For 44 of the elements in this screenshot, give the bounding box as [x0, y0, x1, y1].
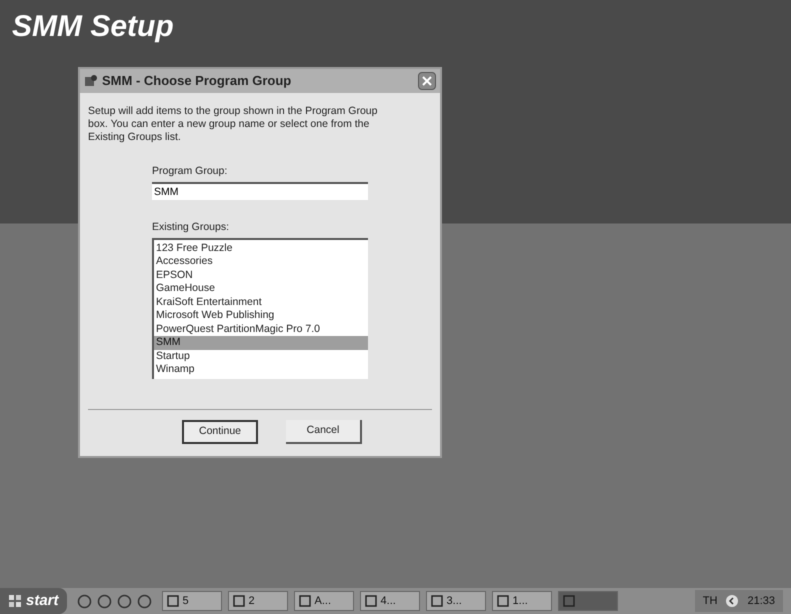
taskbar-task[interactable] [558, 591, 618, 611]
cancel-button[interactable]: Cancel [286, 420, 362, 444]
window-icon [232, 595, 245, 607]
instruction-text: Setup will add items to the group shown in the Program Group box. You can enter a new group name or select one from the Existing Groups list. [88, 105, 378, 144]
windows-flag-icon [8, 594, 22, 608]
group-list-item[interactable]: Winamp [154, 363, 368, 376]
group-list-item[interactable]: GameHouse [154, 282, 368, 296]
chevron-icon[interactable] [725, 594, 740, 608]
group-list-item[interactable]: Microsoft Web Publishing [154, 309, 368, 322]
taskbar-task[interactable]: 1... [492, 591, 552, 611]
installer-icon [84, 74, 98, 88]
taskbar-task[interactable]: 2 [228, 591, 288, 611]
window-icon [430, 595, 443, 607]
window-icon [298, 595, 311, 607]
taskbar-task[interactable]: 3... [426, 591, 486, 611]
program-group-field[interactable]: SMM [152, 182, 368, 200]
start-button[interactable]: start [0, 588, 67, 614]
group-list-item[interactable]: 123 Free Puzzle [154, 242, 368, 255]
window-icon [166, 595, 179, 607]
window-icon [364, 595, 377, 607]
quick-launch-icon[interactable] [96, 594, 112, 608]
language-indicator: TH [702, 594, 718, 609]
group-list-item[interactable]: EPSON [154, 268, 368, 282]
taskbar-task[interactable]: 5 [162, 591, 222, 611]
close-icon [422, 76, 432, 86]
group-list-item[interactable]: KraiSoft Entertainment [154, 296, 368, 309]
dialog-title: SMM - Choose Program Group [102, 72, 292, 90]
group-list-item[interactable]: Accessories [154, 255, 368, 268]
group-list-item[interactable]: PowerQuest PartitionMagic Pro 7.0 [154, 322, 368, 336]
quick-launch-icon[interactable] [136, 594, 152, 608]
existing-groups-label: Existing Groups: [152, 220, 230, 235]
group-list-item[interactable]: Startup [154, 350, 368, 363]
program-group-label: Program Group: [152, 164, 228, 179]
quick-launch-icon[interactable] [76, 594, 92, 608]
continue-button[interactable]: Continue [182, 420, 258, 444]
quick-launch-icon[interactable] [116, 594, 132, 608]
window-icon [562, 595, 575, 607]
group-list-item[interactable]: SMM [154, 336, 368, 350]
screen-title: SMM Setup [12, 10, 174, 43]
taskbar-task[interactable]: 4... [360, 591, 420, 611]
taskbar-task[interactable]: A... [294, 591, 354, 611]
close-button[interactable] [418, 72, 436, 90]
clock: 21:33 [747, 594, 775, 609]
window-icon [496, 595, 509, 607]
